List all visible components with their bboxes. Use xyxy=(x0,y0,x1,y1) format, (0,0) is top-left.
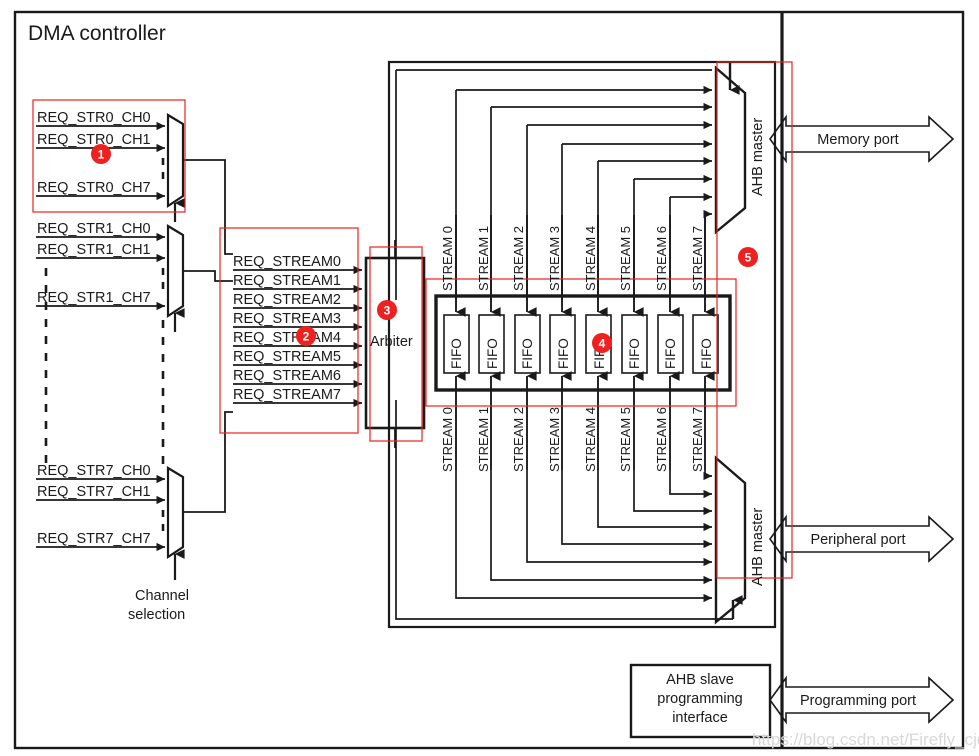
stream-top-label-7: STREAM 7 xyxy=(690,226,705,291)
fifo-label-0: FIFO xyxy=(449,338,464,369)
ahb-slave-label-line2: programming xyxy=(657,691,742,707)
ahb-slave-label-line3: interface xyxy=(672,710,728,726)
mux-str0 xyxy=(166,113,185,209)
annotation-marker-4: 4 xyxy=(592,333,612,353)
annotation-marker-1-number: 1 xyxy=(98,148,105,162)
stream-top-label-3: STREAM 3 xyxy=(547,226,562,291)
req-label-str0-ch1: REQ_STR0_CH1 xyxy=(37,132,151,148)
ahb-slave-label-line1: AHB slave xyxy=(666,672,734,688)
annotation-marker-5: 5 xyxy=(738,247,758,267)
channel-selection-label-line2: selection xyxy=(128,607,185,623)
req-stream-label-1: REQ_STREAM1 xyxy=(233,273,341,289)
dma-controller-diagram: DMA controller REQ_STR0_CH0 REQ_STR0_CH1… xyxy=(0,0,979,756)
req-label-str0-ch0: REQ_STR0_CH0 xyxy=(37,110,151,126)
arbiter-label: Arbiter xyxy=(370,334,413,350)
channel-selection-label-line1: Channel xyxy=(135,588,189,604)
programming-port-label: Programming port xyxy=(800,693,916,709)
req-stream-label-3: REQ_STREAM3 xyxy=(233,311,341,327)
memory-port-label: Memory port xyxy=(817,132,898,148)
mux-str1-output-route xyxy=(183,270,233,282)
ahb-master-peripheral-label: AHB master xyxy=(750,508,766,586)
fifo-label-1: FIFO xyxy=(485,338,500,369)
fifo-label-6: FIFO xyxy=(663,338,678,369)
stream-top-label-0: STREAM 0 xyxy=(440,226,455,291)
req-stream-label-6: REQ_STREAM6 xyxy=(233,368,341,384)
mux-str7-output-route xyxy=(183,411,233,513)
ahb-master-peripheral-block xyxy=(714,455,747,625)
annotation-marker-3: 3 xyxy=(377,300,397,320)
annotation-marker-5-number: 5 xyxy=(745,251,752,265)
req-stream-label-0: REQ_STREAM0 xyxy=(233,254,341,270)
fifo-label-7: FIFO xyxy=(699,338,714,369)
stream-top-label-2: STREAM 2 xyxy=(511,226,526,291)
peripheral-port-label: Peripheral port xyxy=(810,532,905,548)
req-label-str0-ch7: REQ_STR0_CH7 xyxy=(37,180,151,196)
fifo-label-5: FIFO xyxy=(627,338,642,369)
req-label-str7-ch7: REQ_STR7_CH7 xyxy=(37,531,151,547)
req-stream-label-2: REQ_STREAM2 xyxy=(233,292,341,308)
stream-bottom-label-5: STREAM 5 xyxy=(618,407,633,472)
ahb-master-memory-block xyxy=(714,65,747,235)
stream-bottom-label-3: STREAM 3 xyxy=(547,407,562,472)
stream-bottom-label-4: STREAM 4 xyxy=(583,407,598,472)
annotation-marker-3-number: 3 xyxy=(384,304,391,318)
fifo-bank-box xyxy=(434,294,732,392)
annotation-marker-2-number: 2 xyxy=(303,330,310,344)
req-stream-label-7: REQ_STREAM7 xyxy=(233,387,341,403)
dma-controller-outer-box xyxy=(13,10,965,750)
stream-bottom-label-2: STREAM 2 xyxy=(511,407,526,472)
req-label-str7-ch1: REQ_STR7_CH1 xyxy=(37,484,151,500)
ahb-master-memory-label: AHB master xyxy=(750,118,766,196)
req-label-str1-ch7: REQ_STR1_CH7 xyxy=(37,290,151,306)
annotation-marker-2: 2 xyxy=(296,326,316,346)
stream-top-label-4: STREAM 4 xyxy=(583,226,598,291)
req-label-str1-ch0: REQ_STR1_CH0 xyxy=(37,221,151,237)
fifo-label-3: FIFO xyxy=(556,338,571,369)
stream-bottom-label-0: STREAM 0 xyxy=(440,407,455,472)
annotation-box-4 xyxy=(425,278,737,407)
stream-top-label-5: STREAM 5 xyxy=(618,226,633,291)
mux-str7 xyxy=(166,466,185,560)
stream-bottom-label-1: STREAM 1 xyxy=(476,407,491,472)
diagram-canvas: DMA controller REQ_STR0_CH0 REQ_STR0_CH1… xyxy=(13,10,979,750)
req-stream-label-4: REQ_STREAM4 xyxy=(233,330,341,346)
stream-top-label-1: STREAM 1 xyxy=(476,226,491,291)
mux-str0-output-route xyxy=(183,159,233,255)
stream-top-label-6: STREAM 6 xyxy=(654,226,669,291)
annotation-marker-1: 1 xyxy=(91,144,111,164)
stream-bottom-label-7: STREAM 7 xyxy=(690,407,705,472)
req-label-str1-ch1: REQ_STR1_CH1 xyxy=(37,242,151,258)
stream-bottom-label-6: STREAM 6 xyxy=(654,407,669,472)
watermark-text: https://blog.csdn.net/Firefly_cjd xyxy=(752,730,979,749)
page-title: DMA controller xyxy=(28,22,166,45)
req-stream-label-5: REQ_STREAM5 xyxy=(233,349,341,365)
annotation-marker-4-number: 4 xyxy=(599,337,606,351)
mux-str1 xyxy=(166,224,185,319)
req-label-str7-ch0: REQ_STR7_CH0 xyxy=(37,463,151,479)
fifo-label-2: FIFO xyxy=(520,338,535,369)
